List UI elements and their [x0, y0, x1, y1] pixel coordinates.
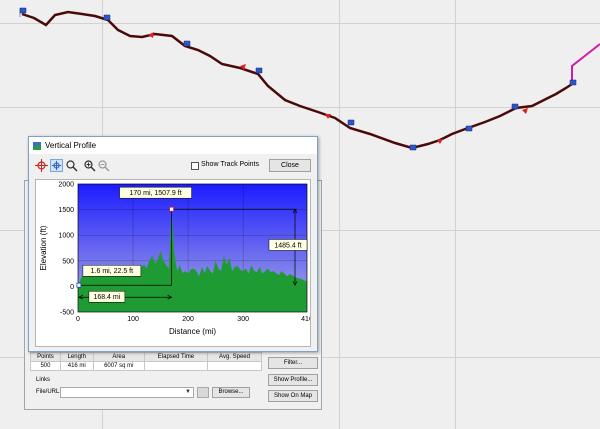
- profile-toolbar: Show Track Points Close: [29, 157, 317, 175]
- y-tick-label: -500: [60, 310, 74, 317]
- y-tick-label: 1500: [58, 207, 74, 214]
- vertical-profile-window: Vertical Profile Show Track Points Close…: [28, 136, 318, 352]
- profile-app-icon: [33, 141, 41, 150]
- x-tick-label: 300: [237, 316, 249, 323]
- table-header: Area: [92, 352, 145, 362]
- y-tick-label: 500: [62, 258, 74, 265]
- x-axis-title: Distance (mi): [169, 327, 216, 336]
- peak-point-label: 170 mi, 1507.9 ft: [130, 190, 182, 197]
- y-tick-label: 1000: [58, 233, 74, 240]
- table-cell: [207, 361, 262, 371]
- track-stats-table: Points Length Area Elapsed Time Avg. Spe…: [30, 352, 262, 371]
- y-tick-label: 2000: [58, 182, 74, 189]
- table-header: Avg. Speed: [207, 352, 262, 362]
- chevron-down-icon[interactable]: ▼: [185, 389, 191, 395]
- x-tick-label: 0: [76, 316, 80, 323]
- zoom-box-icon[interactable]: [65, 159, 78, 172]
- elevation-gain-label: 1485.4 ft: [274, 242, 301, 249]
- x-tick-label: 416: [301, 316, 310, 323]
- x-tick-label: 100: [127, 316, 139, 323]
- start-point-label: 1.6 mi, 22.5 ft: [91, 268, 133, 275]
- window-title: Vertical Profile: [45, 141, 97, 150]
- start-point-marker: [76, 282, 82, 288]
- file-url-input[interactable]: ▼: [60, 387, 194, 398]
- table-cell: 500: [30, 361, 61, 371]
- browse-button[interactable]: Browse...: [212, 387, 250, 398]
- table-cell: [143, 361, 209, 371]
- x-tick-label: 200: [182, 316, 194, 323]
- crosshair-icon[interactable]: [35, 159, 48, 172]
- table-header: Length: [59, 352, 94, 362]
- distance-label: 168.4 mi: [93, 294, 120, 301]
- table-header: Elapsed Time: [143, 352, 209, 362]
- peak-point-marker: [169, 206, 174, 212]
- zoom-in-icon[interactable]: [83, 159, 96, 172]
- links-group-label: Links: [36, 377, 51, 383]
- pan-crosshair-icon[interactable]: [50, 159, 63, 172]
- table-row: 500 416 mi 6007 sq mi: [30, 361, 262, 371]
- y-tick-label: 0: [70, 284, 74, 291]
- zoom-out-icon[interactable]: [97, 159, 110, 172]
- link-add-button[interactable]: [197, 387, 209, 398]
- show-track-points-checkbox[interactable]: [191, 162, 199, 170]
- filter-button[interactable]: Filter...: [268, 357, 318, 369]
- show-on-map-button[interactable]: Show On Map: [268, 390, 318, 402]
- elevation-profile-chart[interactable]: -50005001000150020000100200300416Distanc…: [36, 180, 313, 346]
- show-profile-button[interactable]: Show Profile...: [268, 374, 318, 386]
- table-header: Points: [30, 352, 61, 362]
- show-track-points-label: Show Track Points: [201, 161, 259, 168]
- close-button[interactable]: Close: [269, 159, 311, 172]
- table-cell: 6007 sq mi: [92, 361, 145, 371]
- table-cell: 416 mi: [59, 361, 94, 371]
- y-axis-title: Elevation (ft): [39, 225, 48, 270]
- window-titlebar[interactable]: Vertical Profile: [29, 137, 317, 154]
- chart-frame: -50005001000150020000100200300416Distanc…: [35, 179, 313, 347]
- file-url-label: File/URL:: [36, 389, 62, 395]
